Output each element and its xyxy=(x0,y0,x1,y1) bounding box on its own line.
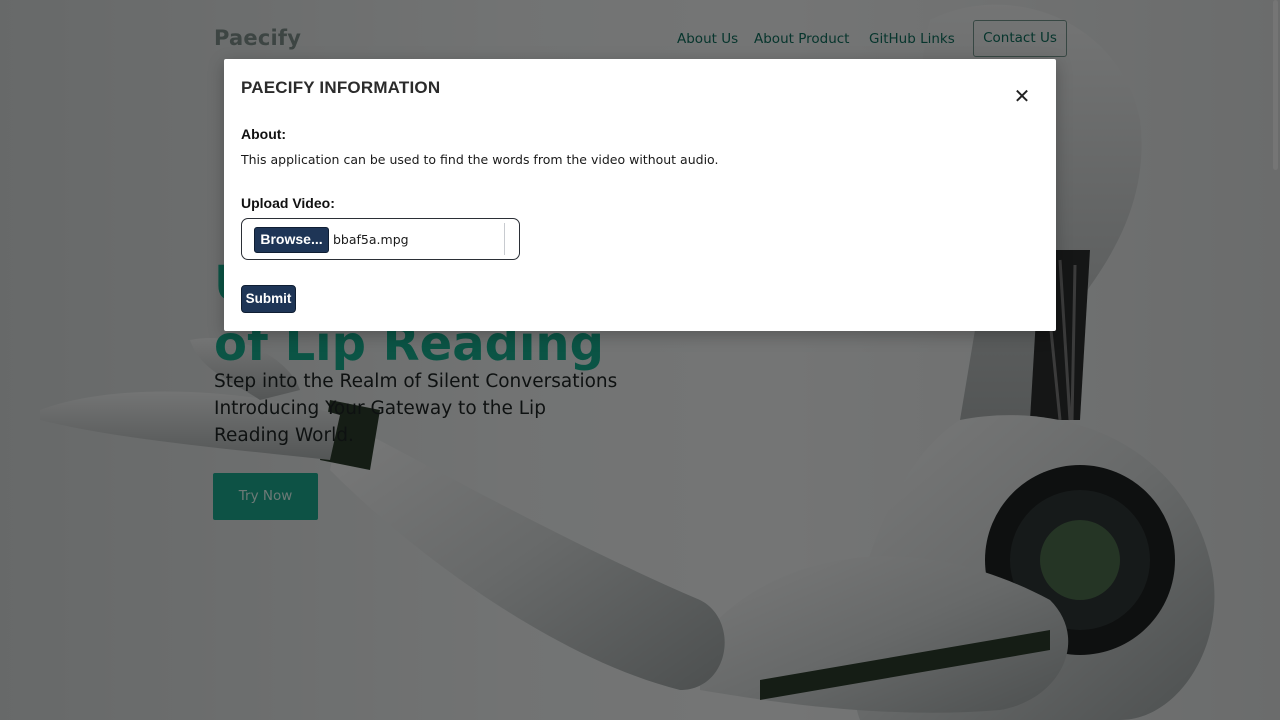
field-divider xyxy=(504,223,505,255)
browse-button[interactable]: Browse... xyxy=(254,227,329,253)
upload-video-label: Upload Video: xyxy=(241,195,335,211)
submit-button[interactable]: Submit xyxy=(241,285,296,313)
selected-file-name: bbaf5a.mpg xyxy=(333,232,409,247)
about-label: About: xyxy=(241,126,287,142)
about-description: This application can be used to find the… xyxy=(241,152,719,167)
modal-title: PAECIFY INFORMATION xyxy=(241,78,441,97)
close-icon[interactable]: ✕ xyxy=(1010,84,1034,108)
info-modal: PAECIFY INFORMATION ✕ About: This applic… xyxy=(224,59,1056,331)
page-scrollbar[interactable] xyxy=(1273,0,1278,170)
upload-video-input[interactable]: Browse... bbaf5a.mpg xyxy=(241,218,520,260)
